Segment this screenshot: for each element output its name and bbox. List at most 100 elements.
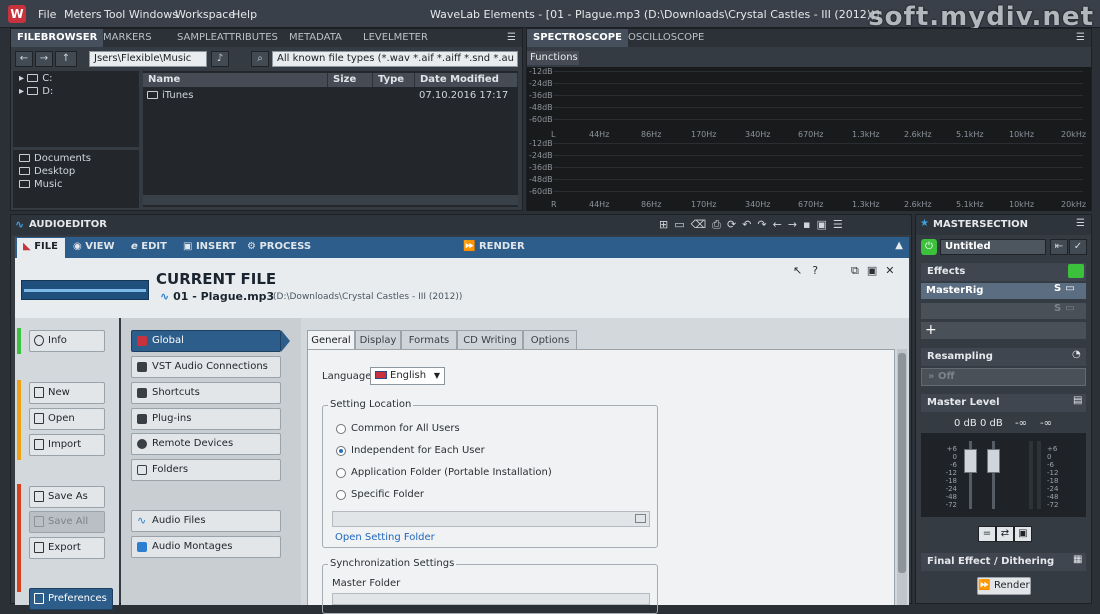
freq-label: 44Hz [589,200,610,209]
tab-general[interactable]: General [307,330,355,350]
ribbon-tab-insert[interactable]: ▣ INSERT [183,237,236,257]
ribbon-tab-render[interactable]: ⏩ RENDER [463,237,525,257]
tab-filebrowser[interactable]: FILEBROWSER [11,29,104,47]
tab-levelmeter[interactable]: LEVELMETER [357,29,434,47]
grid-icon[interactable]: ▦ [1073,554,1082,565]
menu-help[interactable]: Help [232,8,257,21]
menu-file[interactable]: File [38,8,56,21]
peak-right: -∞ [1040,418,1052,429]
tab-sampleattributes[interactable]: SAMPLEATTRIBUTES [171,29,284,47]
category-audio-files[interactable]: ∿ Audio Files [131,510,281,532]
language-select[interactable]: English ▼ [370,367,445,385]
column-type[interactable]: Type [373,73,415,87]
ribbon-tab-file[interactable]: ◣ FILE [23,237,58,257]
effects-bypass-icon[interactable] [1068,264,1084,278]
radio-independent-for-each-user[interactable] [336,446,346,456]
master-level-menu-icon[interactable]: ▤ [1073,395,1082,406]
folder-icon[interactable] [635,514,646,523]
forward-arrow-icon[interactable]: → [35,51,53,67]
freq-label: 10kHz [1009,130,1035,139]
slot-icons[interactable]: S▭ [1054,283,1079,294]
power-icon[interactable]: ⏻ [921,239,937,255]
path-field[interactable]: Jsers\Flexible\Music [89,51,207,67]
tab-options[interactable]: Options [523,330,577,350]
resampling-icon[interactable]: ◔ [1072,349,1081,360]
ribbon-tab-edit[interactable]: e EDIT [131,237,167,257]
tree-item-c[interactable]: ▸ C: [19,73,53,84]
speaker-icon[interactable]: ♪ [211,51,229,67]
add-effect-icon[interactable]: + [921,322,1086,339]
search-icon[interactable]: ⌕ [251,51,269,67]
preset-check-icon[interactable]: ✓ [1069,239,1087,255]
loop-icon[interactable]: ⇄ [996,526,1014,542]
render-button[interactable]: ⏩ Render [977,577,1031,595]
tab-markers[interactable]: MARKERS [97,29,158,47]
tab-metadata[interactable]: METADATA [283,29,348,47]
open-setting-folder-link[interactable]: Open Setting Folder [335,532,435,543]
ribbon-tab-process[interactable]: ⚙ PROCESS [247,237,311,257]
category-remote-devices[interactable]: Remote Devices [131,433,281,455]
back-arrow-icon[interactable]: ← [15,51,33,67]
info-button[interactable]: Info [29,330,105,352]
functions-menu[interactable]: Functions [527,51,579,65]
table-row[interactable]: iTunes [147,90,193,101]
save-as-button[interactable]: Save As [29,486,105,508]
tree-item-d[interactable]: ▸ D: [19,86,53,97]
category-folders[interactable]: Folders [131,459,281,481]
language-label: Language [322,371,372,382]
preferences-button[interactable]: Preferences [29,588,113,610]
up-arrow-icon[interactable]: ↑ [55,51,77,67]
export-button[interactable]: Export [29,537,105,559]
tab-display[interactable]: Display [355,330,401,350]
tab-formats[interactable]: Formats [401,330,457,350]
fav-music[interactable]: Music [19,179,62,190]
fav-documents[interactable]: Documents [19,153,91,164]
radio-common-for-all-users[interactable] [336,424,346,434]
column-size[interactable]: Size [328,73,373,87]
mastersection-panel: ★ MASTERSECTION ☰ ⏻ Untitled ⇤ ✓ Effects… [915,214,1092,604]
tab-spectroscope[interactable]: SPECTROSCOPE [527,29,628,47]
fav-desktop[interactable]: Desktop [19,166,75,177]
ribbon-tab-view[interactable]: ◉ VIEW [73,237,115,257]
horizontal-scrollbar[interactable] [143,195,518,205]
menu-meters[interactable]: Meters [64,8,102,21]
link-faders-icon[interactable]: = [978,526,996,542]
save-all-button[interactable]: Save All [29,511,105,533]
fader-right[interactable] [987,449,1000,473]
panel-menu-icon[interactable]: ☰ [1076,32,1085,43]
db-label: -36dB [529,91,553,100]
open-button[interactable]: Open [29,408,105,430]
filetype-filter[interactable]: All known file types (*.wav *.aif *.aiff… [272,51,518,67]
category-audio-montages[interactable]: Audio Montages [131,536,281,558]
editor-toolbar-icons[interactable]: ⊞▭⌫⎙⟳↶↷←→▪▣☰ [659,218,849,232]
tab-cd-writing[interactable]: CD Writing [457,330,523,350]
menu-workspace[interactable]: Workspace [175,8,235,21]
menu-tool-windows[interactable]: Tool Windows [104,8,178,21]
specific-folder-field[interactable] [332,511,650,527]
fader-scale-left: +6 0 -6 -12 -18 -24 -48 -72 [945,445,957,509]
fader-left[interactable] [964,449,977,473]
import-button[interactable]: Import [29,434,105,456]
category-vst-audio-connections[interactable]: VST Audio Connections [131,356,281,378]
category-global[interactable]: Global [131,330,281,352]
tab-oscilloscope[interactable]: OSCILLOSCOPE [622,29,710,47]
panel-menu-icon[interactable]: ☰ [1076,218,1085,229]
column-date-modified[interactable]: Date Modified [415,73,518,87]
category-shortcuts[interactable]: Shortcuts [131,382,281,404]
lock-icon[interactable]: ▣ [1014,526,1032,542]
collapse-ribbon-icon[interactable]: ▲ [895,240,903,251]
resampling-select[interactable]: » Off [921,368,1086,386]
radio-application-folder[interactable] [336,468,346,478]
master-folder-field[interactable] [332,593,650,605]
column-name[interactable]: Name [143,73,328,87]
radio-specific-folder[interactable] [336,490,346,500]
new-button[interactable]: New [29,382,105,404]
vertical-scrollbar[interactable] [897,349,907,605]
panel-menu-icon[interactable]: ☰ [507,32,516,43]
preset-first-icon[interactable]: ⇤ [1050,239,1068,255]
header-icons[interactable]: ↖? [793,264,828,277]
category-plug-ins[interactable]: Plug-ins [131,408,281,430]
mastersection-titlebar: ★ MASTERSECTION ☰ [916,215,1091,235]
preset-name[interactable]: Untitled [940,239,1046,255]
window-controls[interactable]: ⧉▣✕ [851,264,902,278]
